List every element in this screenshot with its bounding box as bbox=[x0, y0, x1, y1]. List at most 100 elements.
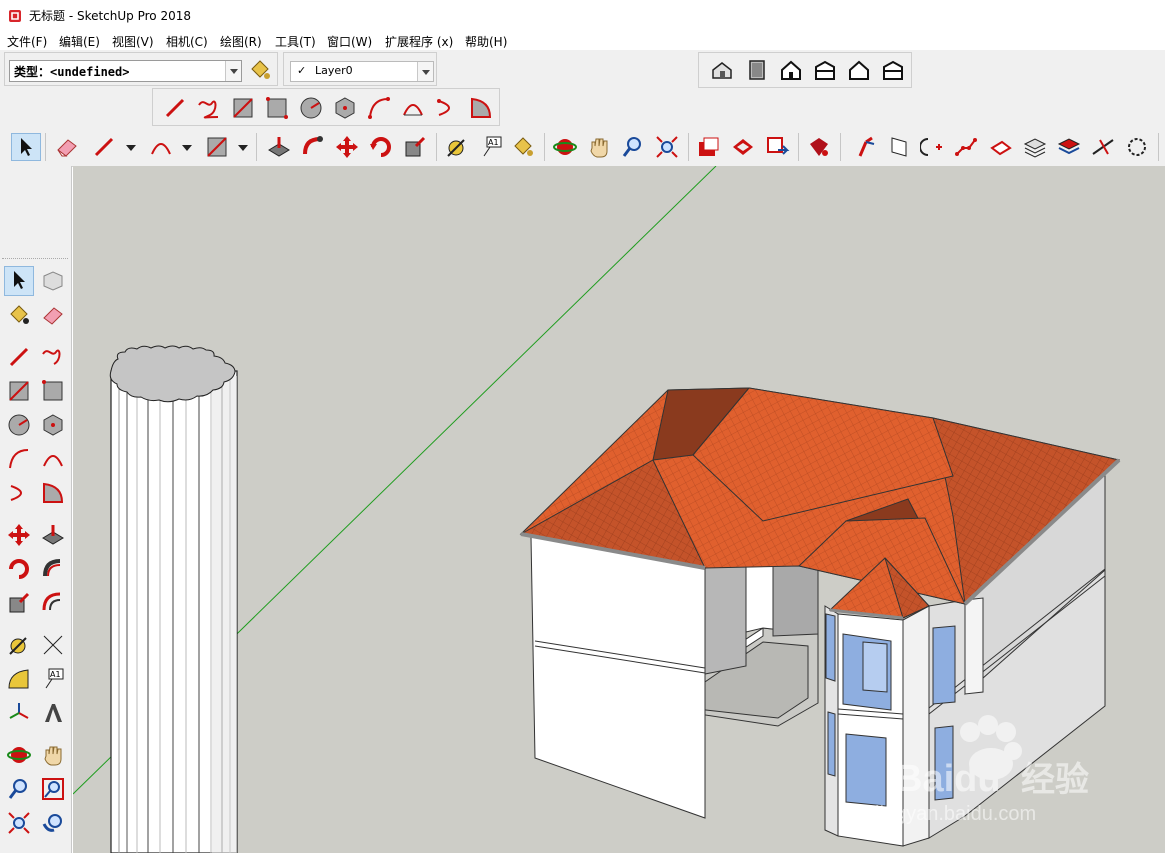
select-tool-icon[interactable] bbox=[4, 266, 34, 296]
watermark-brand-cn: 经验 bbox=[1021, 760, 1089, 800]
scale-icon[interactable] bbox=[6, 590, 32, 616]
axes-icon[interactable] bbox=[852, 134, 878, 160]
zoom-extents-icon[interactable] bbox=[654, 134, 680, 160]
protractor-icon[interactable] bbox=[6, 666, 32, 692]
arc-tool-icon[interactable] bbox=[366, 95, 392, 121]
text-tool-icon[interactable]: A1 bbox=[40, 666, 66, 692]
scale-icon[interactable] bbox=[402, 134, 428, 160]
dimension-icon[interactable] bbox=[40, 632, 66, 658]
menu-draw[interactable]: 绘图(R) bbox=[220, 33, 262, 50]
dimension-line-icon[interactable] bbox=[1090, 134, 1116, 160]
layers-icon[interactable] bbox=[1022, 134, 1048, 160]
move-icon[interactable] bbox=[334, 134, 360, 160]
share-model-icon[interactable] bbox=[730, 134, 756, 160]
zoom-window-icon[interactable] bbox=[40, 776, 66, 802]
3d-text-icon[interactable] bbox=[40, 700, 66, 726]
right-view-icon[interactable] bbox=[812, 57, 838, 83]
three-point-arc-icon[interactable] bbox=[434, 95, 460, 121]
chevron-down-icon[interactable] bbox=[238, 145, 248, 151]
shapes-icon[interactable] bbox=[204, 134, 230, 160]
zoom-extents-icon[interactable] bbox=[6, 810, 32, 836]
rotate-icon[interactable] bbox=[368, 134, 394, 160]
toolbar-grip[interactable] bbox=[2, 258, 68, 261]
chevron-down-icon[interactable] bbox=[126, 145, 136, 151]
rotated-rectangle-icon[interactable] bbox=[264, 95, 290, 121]
circle-dotted-icon[interactable] bbox=[1124, 134, 1150, 160]
protractor-icon[interactable] bbox=[920, 134, 946, 160]
pan-hand-icon[interactable] bbox=[586, 134, 612, 160]
dimension-icon[interactable] bbox=[954, 134, 980, 160]
polygon-tool-icon[interactable] bbox=[40, 412, 66, 438]
select-tool-icon[interactable] bbox=[11, 133, 41, 161]
arc-tool-icon[interactable] bbox=[6, 446, 32, 472]
line-tool-icon[interactable] bbox=[162, 95, 188, 121]
line-tool-icon[interactable] bbox=[6, 344, 32, 370]
follow-me-icon[interactable] bbox=[40, 556, 66, 582]
pie-tool-icon[interactable] bbox=[468, 95, 494, 121]
orbit-icon[interactable] bbox=[552, 134, 578, 160]
three-point-arc-icon[interactable] bbox=[6, 480, 32, 506]
freehand-tool-icon[interactable] bbox=[196, 95, 222, 121]
circle-tool-icon[interactable] bbox=[6, 412, 32, 438]
iso-view-icon[interactable] bbox=[709, 57, 735, 83]
polygon-tool-icon[interactable] bbox=[332, 95, 358, 121]
main-toolbar: A1 bbox=[0, 129, 1165, 165]
top-view-icon[interactable] bbox=[744, 57, 770, 83]
front-view-icon[interactable] bbox=[778, 57, 804, 83]
section-plane-icon[interactable] bbox=[886, 134, 912, 160]
back-view-icon[interactable] bbox=[846, 57, 872, 83]
circle-tool-icon[interactable] bbox=[298, 95, 324, 121]
menu-file[interactable]: 文件(F) bbox=[7, 33, 47, 50]
push-pull-icon[interactable] bbox=[40, 522, 66, 548]
extension-warehouse-icon[interactable] bbox=[806, 134, 832, 160]
two-point-arc-icon[interactable] bbox=[40, 446, 66, 472]
rotate-icon[interactable] bbox=[6, 556, 32, 582]
outliner-icon[interactable] bbox=[988, 134, 1014, 160]
warehouse-icon[interactable] bbox=[696, 134, 722, 160]
styles-icon[interactable] bbox=[1056, 134, 1082, 160]
zoom-icon[interactable] bbox=[620, 134, 646, 160]
two-point-arc-icon[interactable] bbox=[400, 95, 426, 121]
offset-icon[interactable] bbox=[40, 590, 66, 616]
menu-extensions[interactable]: 扩展程序 (x) bbox=[385, 33, 453, 50]
paint-bucket-icon[interactable] bbox=[6, 302, 32, 328]
rectangle-tool-icon[interactable] bbox=[6, 378, 32, 404]
previous-view-icon[interactable] bbox=[40, 810, 66, 836]
chevron-down-icon[interactable] bbox=[182, 145, 192, 151]
eraser-icon[interactable] bbox=[40, 302, 66, 328]
pencil-icon[interactable] bbox=[91, 134, 117, 160]
toolbar-separator bbox=[45, 133, 46, 161]
tape-measure-icon[interactable] bbox=[6, 632, 32, 658]
menu-window[interactable]: 窗口(W) bbox=[327, 33, 372, 50]
modeling-viewport[interactable]: Baidu 经验 jingyan.baidu.com bbox=[73, 166, 1165, 853]
left-view-icon[interactable] bbox=[880, 57, 906, 83]
eraser-icon[interactable] bbox=[54, 134, 80, 160]
entity-info-toolbar: 类型：<undefined> bbox=[4, 52, 278, 86]
pan-hand-icon[interactable] bbox=[40, 742, 66, 768]
fluted-column[interactable] bbox=[109, 345, 238, 853]
move-icon[interactable] bbox=[6, 522, 32, 548]
make-component-icon[interactable] bbox=[40, 268, 66, 294]
rectangle-tool-icon[interactable] bbox=[230, 95, 256, 121]
follow-me-icon[interactable] bbox=[300, 134, 326, 160]
axes-icon[interactable] bbox=[6, 700, 32, 726]
push-pull-icon[interactable] bbox=[266, 134, 292, 160]
layer-select[interactable]: ✓ Layer0 bbox=[290, 61, 434, 82]
rotated-rectangle-icon[interactable] bbox=[40, 378, 66, 404]
zoom-icon[interactable] bbox=[6, 776, 32, 802]
pie-tool-icon[interactable] bbox=[40, 480, 66, 506]
text-tool-icon[interactable]: A1 bbox=[478, 134, 504, 160]
paint-bucket-icon[interactable] bbox=[510, 134, 536, 160]
menu-camera[interactable]: 相机(C) bbox=[166, 33, 208, 50]
menu-tools[interactable]: 工具(T) bbox=[275, 33, 316, 50]
menu-edit[interactable]: 编辑(E) bbox=[59, 33, 100, 50]
menu-help[interactable]: 帮助(H) bbox=[465, 33, 507, 50]
arc-icon[interactable] bbox=[148, 134, 174, 160]
entity-type-select[interactable]: 类型：<undefined> bbox=[9, 60, 242, 82]
share-component-icon[interactable] bbox=[764, 134, 790, 160]
menu-view[interactable]: 视图(V) bbox=[112, 33, 154, 50]
tape-measure-icon[interactable] bbox=[444, 134, 470, 160]
freehand-tool-icon[interactable] bbox=[40, 344, 66, 370]
paint-bucket-icon[interactable] bbox=[247, 57, 273, 83]
orbit-icon[interactable] bbox=[6, 742, 32, 768]
